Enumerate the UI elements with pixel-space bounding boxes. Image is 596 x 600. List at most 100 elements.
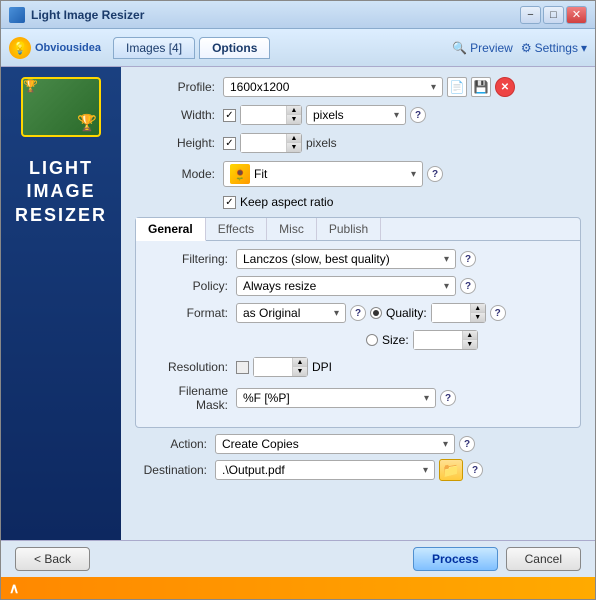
width-unit-value: pixels: [313, 108, 344, 122]
tab-images[interactable]: Images [4]: [113, 37, 195, 59]
height-checkbox[interactable]: ✓: [223, 137, 236, 150]
profile-dropdown-arrow: ▾: [431, 82, 436, 93]
action-controls: Create Copies ▾ ?: [215, 434, 581, 454]
filtering-help-icon[interactable]: ?: [460, 251, 476, 267]
profile-delete-button[interactable]: ✕: [495, 77, 515, 97]
action-row: Action: Create Copies ▾ ?: [135, 434, 581, 454]
height-increment-button[interactable]: ▲: [287, 134, 301, 143]
destination-folder-button[interactable]: 📁: [439, 459, 463, 481]
quality-help-icon[interactable]: ?: [490, 305, 506, 321]
action-help-icon[interactable]: ?: [459, 436, 475, 452]
destination-row: Destination: .\Output.pdf ▾ 📁 ?: [135, 459, 581, 481]
format-dropdown-arrow: ▾: [334, 308, 339, 319]
resolution-checkbox[interactable]: [236, 361, 249, 374]
size-radio[interactable]: [366, 334, 378, 346]
filename-mask-help-icon[interactable]: ?: [440, 390, 456, 406]
logo-area: 💡 Obviousidea: [9, 37, 101, 59]
footer-right: Process Cancel: [413, 547, 581, 571]
destination-dropdown-arrow: ▾: [423, 465, 428, 476]
settings-link[interactable]: ⚙ Settings ▾: [521, 41, 587, 55]
size-input[interactable]: 100 KB: [414, 331, 462, 349]
main-window: Light Image Resizer − □ ✕ 💡 Obviousidea …: [0, 0, 596, 600]
quality-spinbox-buttons: ▲ ▼: [470, 304, 485, 322]
logo-text: Obviousidea: [35, 42, 101, 54]
filtering-label: Filtering:: [146, 252, 228, 266]
quality-radio-wrap[interactable]: Quality:: [370, 306, 427, 320]
toolbar-right: 🔍 Preview ⚙ Settings ▾: [452, 41, 587, 55]
format-help-icon[interactable]: ?: [350, 305, 366, 321]
profile-controls: 1600x1200 ▾ 📄 💾 ✕: [223, 77, 581, 97]
quality-input[interactable]: 90%: [432, 304, 470, 322]
quality-increment-button[interactable]: ▲: [471, 304, 485, 313]
width-help-icon[interactable]: ?: [410, 107, 426, 123]
policy-help-icon[interactable]: ?: [460, 278, 476, 294]
back-button[interactable]: < Back: [15, 547, 90, 571]
policy-row: Policy: Always resize ▾ ?: [146, 276, 570, 296]
resolution-increment-button[interactable]: ▲: [293, 358, 307, 367]
preview-link[interactable]: 🔍 Preview: [452, 41, 513, 55]
size-row: Size: 100 KB ▲ ▼: [146, 330, 570, 350]
resolution-decrement-button[interactable]: ▼: [293, 367, 307, 376]
mode-icon: 🌻: [230, 164, 250, 184]
destination-help-icon[interactable]: ?: [467, 462, 483, 478]
filename-mask-dropdown[interactable]: %F [%P] ▾: [236, 388, 436, 408]
aspect-ratio-checkbox-wrap[interactable]: ✓ Keep aspect ratio: [223, 195, 333, 209]
width-checkbox[interactable]: ✓: [223, 109, 236, 122]
policy-dropdown[interactable]: Always resize ▾: [236, 276, 456, 296]
mode-dropdown[interactable]: 🌻 Fit ▾: [223, 161, 423, 187]
inner-tab-content: Filtering: Lanczos (slow, best quality) …: [136, 241, 580, 427]
action-dropdown[interactable]: Create Copies ▾: [215, 434, 455, 454]
height-decrement-button[interactable]: ▼: [287, 143, 301, 152]
size-controls: Size: 100 KB ▲ ▼: [236, 330, 570, 350]
size-decrement-button[interactable]: ▼: [463, 340, 477, 349]
size-label: Size:: [382, 333, 409, 347]
tab-options[interactable]: Options: [199, 37, 270, 59]
close-button[interactable]: ✕: [566, 6, 587, 24]
filtering-controls: Lanczos (slow, best quality) ▾ ?: [236, 249, 570, 269]
action-value: Create Copies: [222, 437, 299, 451]
mode-help-icon[interactable]: ?: [427, 166, 443, 182]
format-dropdown[interactable]: as Original ▾: [236, 303, 346, 323]
destination-dropdown[interactable]: .\Output.pdf ▾: [215, 460, 435, 480]
size-radio-wrap[interactable]: Size:: [366, 333, 409, 347]
filtering-row: Filtering: Lanczos (slow, best quality) …: [146, 249, 570, 269]
filtering-dropdown[interactable]: Lanczos (slow, best quality) ▾: [236, 249, 456, 269]
minimize-button[interactable]: −: [520, 6, 541, 24]
process-button[interactable]: Process: [413, 547, 498, 571]
orange-arrow-icon: ∧: [9, 580, 19, 597]
profile-save-button[interactable]: 💾: [471, 77, 491, 97]
maximize-button[interactable]: □: [543, 6, 564, 24]
width-increment-button[interactable]: ▲: [287, 106, 301, 115]
aspect-ratio-checkbox[interactable]: ✓: [223, 196, 236, 209]
orange-bar: ∧: [1, 577, 595, 599]
quality-radio[interactable]: [370, 307, 382, 319]
filename-mask-label: Filename Mask:: [146, 384, 228, 412]
width-decrement-button[interactable]: ▼: [287, 115, 301, 124]
tab-effects[interactable]: Effects: [206, 218, 267, 240]
cancel-button[interactable]: Cancel: [506, 547, 581, 571]
profile-value: 1600x1200: [230, 80, 289, 94]
profile-dropdown[interactable]: 1600x1200 ▾: [223, 77, 443, 97]
tab-misc[interactable]: Misc: [267, 218, 317, 240]
tab-publish[interactable]: Publish: [317, 218, 381, 240]
resolution-controls: 96 ▲ ▼ DPI: [236, 357, 570, 377]
filtering-value: Lanczos (slow, best quality): [243, 252, 390, 266]
inner-tab-bar: General Effects Misc Publish: [136, 218, 580, 241]
height-spinbox-buttons: ▲ ▼: [286, 134, 301, 152]
resolution-input[interactable]: 96: [254, 358, 292, 376]
format-value: as Original: [243, 306, 300, 320]
width-input[interactable]: 1600: [241, 106, 286, 124]
policy-value: Always resize: [243, 279, 316, 293]
profile-new-button[interactable]: 📄: [447, 77, 467, 97]
width-unit-dropdown[interactable]: pixels ▾: [306, 105, 406, 125]
height-input[interactable]: 1200: [241, 134, 286, 152]
destination-controls: .\Output.pdf ▾ 📁 ?: [215, 459, 581, 481]
quality-decrement-button[interactable]: ▼: [471, 313, 485, 322]
settings-icon: ⚙: [521, 41, 532, 55]
size-increment-button[interactable]: ▲: [463, 331, 477, 340]
filename-mask-row: Filename Mask: %F [%P] ▾ ?: [146, 384, 570, 412]
width-row: Width: ✓ 1600 ▲ ▼ pixels ▾ ?: [135, 105, 581, 125]
tab-general[interactable]: General: [136, 218, 206, 241]
quality-spinbox: 90% ▲ ▼: [431, 303, 486, 323]
filtering-dropdown-arrow: ▾: [444, 254, 449, 265]
